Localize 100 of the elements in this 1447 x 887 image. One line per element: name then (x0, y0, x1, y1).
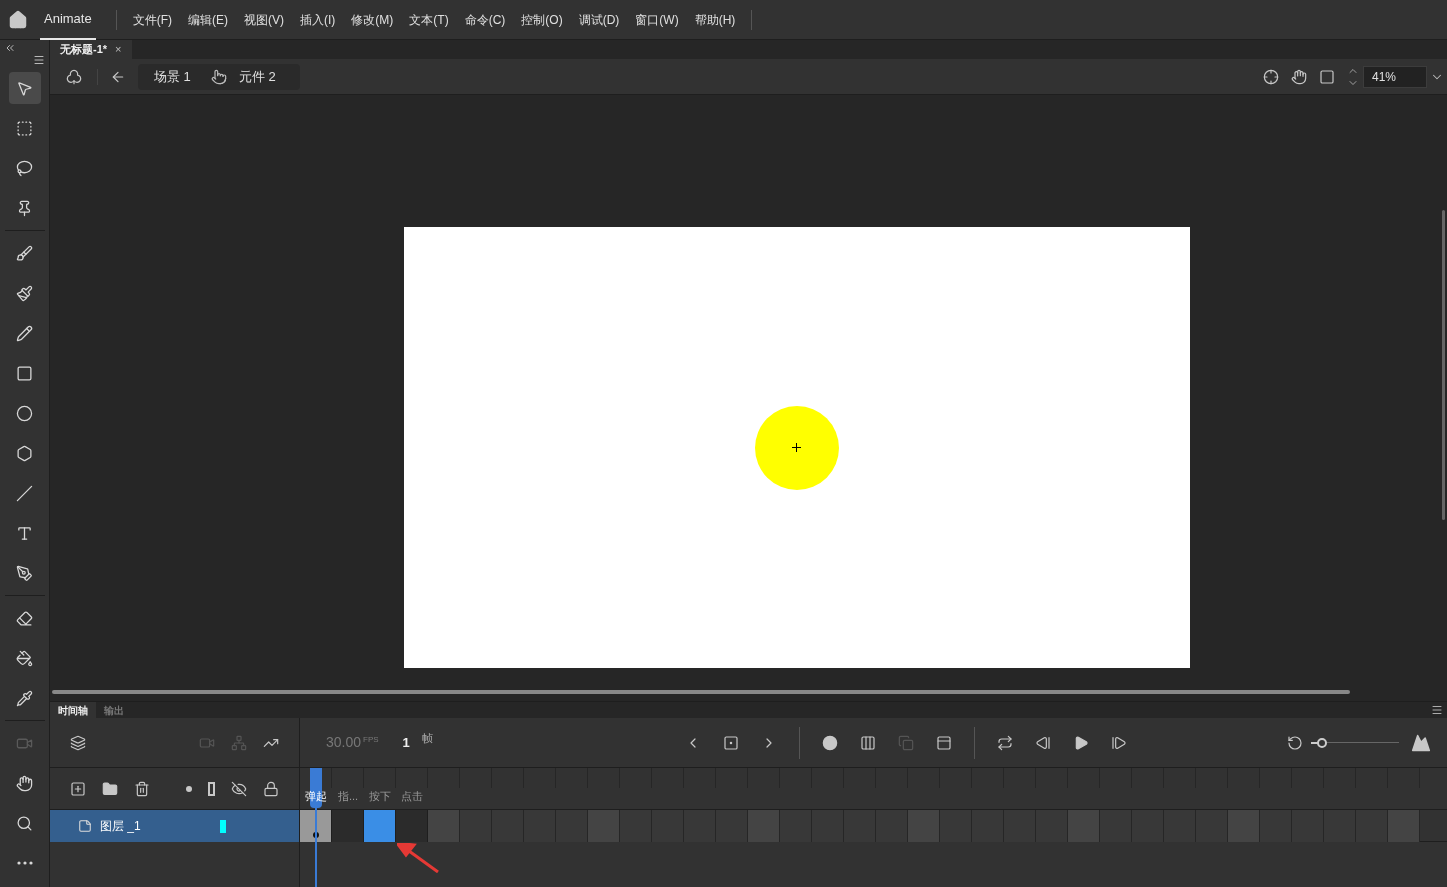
close-button[interactable]: × (115, 41, 122, 58)
frame-label: 按下 (368, 789, 392, 804)
frame-cell[interactable] (652, 810, 684, 842)
menu-item[interactable]: 窗口(W) (635, 10, 679, 29)
menu-item[interactable]: 插入(I) (300, 10, 336, 29)
select-tool[interactable] (8, 72, 41, 104)
outline-icon[interactable] (208, 781, 215, 796)
menu-item[interactable]: 帮助(H) (694, 10, 736, 29)
frame-number[interactable]: 1 (402, 732, 410, 753)
frame-cell[interactable] (908, 810, 940, 842)
frame-label: 点击 (400, 789, 424, 804)
frame-cell[interactable] (684, 810, 716, 842)
home-icon[interactable] (8, 9, 28, 30)
frame-cell[interactable] (1004, 810, 1036, 842)
line-icon (16, 484, 33, 502)
frame-cell[interactable] (556, 810, 588, 842)
folder-icon[interactable] (102, 780, 118, 797)
eyedropper-icon (16, 689, 33, 707)
frame-cell[interactable] (524, 810, 556, 842)
horizontal-scrollbar[interactable] (52, 690, 1350, 694)
frame-cell[interactable] (844, 810, 876, 842)
frame-cell[interactable] (620, 810, 652, 842)
lock-icon[interactable] (263, 780, 279, 797)
paste-frames-icon[interactable] (936, 734, 952, 751)
menu-item[interactable]: 文本(T) (409, 10, 449, 29)
vertical-scrollbar[interactable] (1442, 210, 1445, 520)
frame-cell[interactable] (812, 810, 844, 842)
collapse-icon[interactable] (4, 42, 16, 54)
frame-cell[interactable] (972, 810, 1004, 842)
frame-cell[interactable] (1388, 810, 1420, 842)
breadcrumb[interactable]: 元件 2 (238, 66, 276, 87)
frame-cell[interactable] (460, 810, 492, 842)
loop-icon[interactable] (997, 734, 1013, 751)
menu-item[interactable]: 命令(C) (464, 10, 506, 29)
hexagon-icon (16, 444, 33, 462)
pen-icon (16, 564, 33, 582)
frame-cell[interactable] (876, 810, 908, 842)
frame-cell[interactable] (428, 810, 460, 842)
step-forward-icon[interactable] (1111, 734, 1127, 751)
zoom-field[interactable]: 41% (1363, 65, 1427, 88)
frame-cell[interactable] (780, 810, 812, 842)
more-icon (16, 861, 33, 865)
frame-cell[interactable] (1068, 810, 1100, 842)
onion-skin-icon[interactable] (822, 734, 838, 751)
edit-multiple-frames-icon[interactable] (860, 734, 876, 751)
layer-row[interactable]: 图层 _1 (50, 810, 299, 842)
center-stage-icon[interactable] (1263, 68, 1279, 85)
undo-icon[interactable] (1287, 734, 1303, 751)
clip-stage-icon[interactable] (1319, 68, 1335, 85)
mountain-icon[interactable] (1411, 732, 1431, 753)
menu-icon[interactable] (33, 54, 45, 66)
rotate-hand-icon[interactable] (1291, 68, 1307, 85)
panel-tab[interactable]: 时间轴 (50, 702, 96, 718)
frame-label: 指... (336, 789, 360, 804)
frame-cell[interactable] (1292, 810, 1324, 842)
layers-icon[interactable] (70, 734, 86, 751)
frame-cell[interactable] (1036, 810, 1068, 842)
new-layer-icon[interactable] (70, 780, 86, 797)
eye-off-icon[interactable] (231, 780, 247, 797)
frame-cell[interactable] (716, 810, 748, 842)
frame-cell[interactable] (492, 810, 524, 842)
club-icon[interactable] (65, 68, 82, 85)
layer-name: 图层 _1 (100, 818, 142, 835)
frame-cell[interactable] (588, 810, 620, 842)
search-icon (16, 814, 33, 832)
trash-icon[interactable] (134, 780, 150, 797)
breadcrumb[interactable]: 场景 1 (154, 66, 191, 87)
frame-cell[interactable] (940, 810, 972, 842)
frame-cell[interactable] (1132, 810, 1164, 842)
frame-cell[interactable] (748, 810, 780, 842)
layer-icon[interactable] (78, 819, 92, 833)
menu-item[interactable]: 调试(D) (578, 10, 620, 29)
zoom-slider[interactable] (1311, 737, 1399, 748)
play-icon[interactable] (1073, 734, 1089, 751)
step-back-icon[interactable] (1035, 734, 1051, 751)
menu-item[interactable]: 编辑(E) (188, 10, 229, 29)
text-icon (16, 524, 33, 542)
annotation-arrow (397, 843, 439, 873)
frame-cell[interactable] (1164, 810, 1196, 842)
menu-item[interactable]: 文件(F) (132, 10, 173, 29)
keyframe-icon[interactable] (723, 734, 739, 751)
menu-item[interactable]: 修改(M) (351, 10, 394, 29)
panel-menu-icon[interactable] (1431, 704, 1443, 716)
frame-cell[interactable] (396, 810, 428, 842)
slider-thumb[interactable] (1316, 737, 1327, 748)
pointing-hand-icon[interactable] (210, 68, 227, 85)
frame-cell[interactable] (1100, 810, 1132, 842)
frame-cell[interactable] (1356, 810, 1388, 842)
menu-item[interactable]: 控制(O) (521, 10, 563, 29)
keyframe-cell[interactable] (300, 810, 332, 842)
frame-cell[interactable] (1228, 810, 1260, 842)
pin-icon (16, 199, 33, 217)
document-tab[interactable]: 无标题-1* × (50, 40, 132, 59)
frame-cell[interactable] (1196, 810, 1228, 842)
frame-cell[interactable] (332, 810, 364, 842)
frame-cell[interactable] (1324, 810, 1356, 842)
frame-cell[interactable] (1260, 810, 1292, 842)
menu-item[interactable]: 视图(V) (244, 10, 285, 29)
frame-cell[interactable] (364, 810, 396, 842)
frame-unit: 帧 (421, 731, 433, 746)
